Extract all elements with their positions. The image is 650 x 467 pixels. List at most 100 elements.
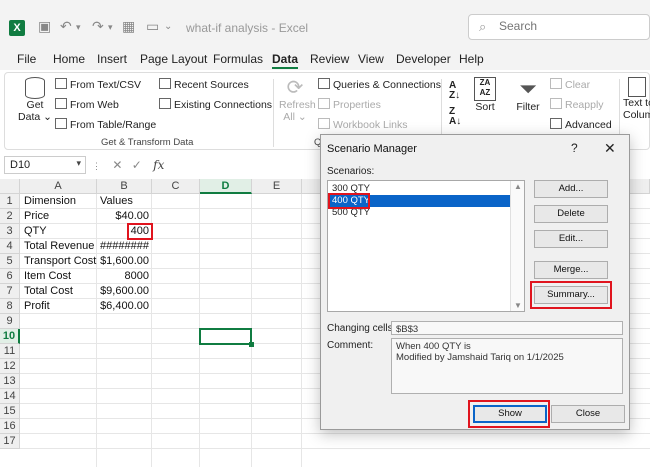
table-icon[interactable]: ▦	[122, 18, 135, 35]
delete-button[interactable]: Delete	[534, 205, 608, 223]
properties-button[interactable]: Properties	[318, 98, 381, 111]
cancel-icon[interactable]: ✕	[112, 158, 122, 172]
text-to-columns-button[interactable]: Text to Colum	[623, 77, 650, 121]
redo-dropdown-icon[interactable]: ▾	[108, 22, 113, 33]
tab-formulas[interactable]: Formulas	[213, 52, 263, 66]
close-button[interactable]: Close	[551, 405, 625, 423]
from-table-range-button[interactable]: From Table/Range	[55, 118, 156, 131]
column-header-b[interactable]: B	[97, 179, 152, 194]
row-header[interactable]: 9	[0, 314, 20, 329]
cell-a2[interactable]: Price	[24, 209, 49, 224]
add-button[interactable]: Add...	[534, 180, 608, 198]
sort-button[interactable]: ZA AZ Sort	[471, 77, 499, 113]
cell-a7[interactable]: Total Cost	[24, 284, 73, 299]
row-header[interactable]: 16	[0, 419, 20, 434]
column-header-c[interactable]: C	[152, 179, 200, 194]
cell-b4[interactable]: ########	[97, 239, 149, 254]
row-header[interactable]: 14	[0, 389, 20, 404]
row-header[interactable]: 15	[0, 404, 20, 419]
tab-insert[interactable]: Insert	[97, 52, 127, 66]
existing-connections-button[interactable]: Existing Connections	[159, 98, 272, 111]
formula-controls: ⋮ ✕ ✓ fx	[92, 158, 164, 172]
row-header[interactable]: 13	[0, 374, 20, 389]
recent-sources-button[interactable]: Recent Sources	[159, 78, 249, 91]
row-header[interactable]: 7	[0, 284, 20, 299]
reapply-button[interactable]: Reapply	[550, 98, 604, 111]
fill-handle[interactable]	[249, 342, 254, 347]
row-header[interactable]: 1	[0, 194, 20, 209]
undo-dropdown-icon[interactable]: ▾	[76, 22, 81, 33]
clear-button[interactable]: Clear	[550, 78, 590, 91]
search-box[interactable]: ⌕	[468, 14, 650, 40]
column-header-d[interactable]: D	[200, 179, 252, 194]
group-label-get-transform: Get & Transform Data	[101, 137, 194, 148]
cell-b5[interactable]: $1,600.00	[97, 254, 149, 269]
document-title: what-if analysis - Excel	[186, 21, 309, 35]
scenarios-list[interactable]: 300 QTY 400 QTY 500 QTY ▲ ▼	[327, 180, 525, 312]
select-all-corner[interactable]	[0, 179, 20, 194]
cell-b1[interactable]: Values	[100, 194, 133, 209]
tab-review[interactable]: Review	[310, 52, 349, 66]
chevron-down-icon[interactable]: ▾	[76, 158, 81, 169]
undo-icon[interactable]: ↶	[60, 18, 72, 35]
filter-button[interactable]: ⏷ Filter	[512, 77, 544, 114]
sort-z-a-icon[interactable]: Z A↓	[449, 107, 461, 127]
advanced-button[interactable]: Advanced	[550, 118, 612, 131]
column-header-e[interactable]: E	[252, 179, 302, 194]
cell-a1[interactable]: Dimension	[24, 194, 76, 209]
tab-developer[interactable]: Developer	[396, 52, 451, 66]
row-header[interactable]: 6	[0, 269, 20, 284]
cell-b2[interactable]: $40.00	[97, 209, 149, 224]
tab-home[interactable]: Home	[53, 52, 85, 66]
gridline	[301, 194, 302, 467]
close-icon[interactable]: ✕	[604, 140, 616, 157]
sort-a-z-icon[interactable]: A Z↓	[449, 81, 460, 101]
file-icon[interactable]: ▭	[146, 18, 159, 35]
get-data-button[interactable]: Get Data ⌄	[17, 77, 53, 132]
help-icon[interactable]: ?	[571, 141, 578, 155]
queries-connections-button[interactable]: Queries & Connections	[318, 78, 441, 91]
name-box[interactable]: D10 ▾	[4, 156, 86, 174]
refresh-all-button[interactable]: ⟳ Refresh All ⌄	[279, 77, 316, 123]
row-header[interactable]: 11	[0, 344, 20, 359]
cell-a5[interactable]: Transport Cost	[24, 254, 96, 269]
row-header[interactable]: 17	[0, 434, 20, 449]
from-web-button[interactable]: From Web	[55, 98, 119, 111]
row-header[interactable]: 12	[0, 359, 20, 374]
row-header[interactable]: 8	[0, 299, 20, 314]
cell-a4[interactable]: Total Revenue	[24, 239, 94, 254]
cell-b7[interactable]: $9,600.00	[97, 284, 149, 299]
tab-data[interactable]: Data	[272, 52, 299, 69]
cell-a8[interactable]: Profit	[24, 299, 50, 314]
cell-a6[interactable]: Item Cost	[24, 269, 71, 284]
row-header[interactable]: 10	[0, 329, 20, 344]
row-header[interactable]: 5	[0, 254, 20, 269]
tab-help[interactable]: Help	[459, 52, 484, 66]
scrollbar[interactable]: ▲ ▼	[510, 181, 524, 311]
scenario-manager-dialog: Scenario Manager ? ✕ Scenarios: 300 QTY …	[320, 134, 630, 430]
edit-button[interactable]: Edit...	[534, 230, 608, 248]
row-header[interactable]: 3	[0, 224, 20, 239]
scroll-down-icon[interactable]: ▼	[514, 301, 522, 310]
highlight-box-b3	[127, 223, 153, 240]
cell-b6[interactable]: 8000	[97, 269, 149, 284]
cell-a3[interactable]: QTY	[24, 224, 47, 239]
redo-icon[interactable]: ↷	[92, 18, 104, 35]
tab-page-layout[interactable]: Page Layout	[140, 52, 207, 66]
save-icon[interactable]: ▣	[38, 18, 51, 35]
search-input[interactable]	[499, 19, 639, 33]
column-header-a[interactable]: A	[20, 179, 97, 194]
scroll-up-icon[interactable]: ▲	[514, 182, 522, 191]
row-header[interactable]: 2	[0, 209, 20, 224]
merge-button[interactable]: Merge...	[534, 261, 608, 279]
row-header[interactable]: 4	[0, 239, 20, 254]
cell-b8[interactable]: $6,400.00	[97, 299, 149, 314]
selected-cell-d10[interactable]	[199, 328, 252, 345]
tab-file[interactable]: File	[17, 52, 36, 66]
workbook-links-button[interactable]: Workbook Links	[318, 118, 408, 131]
customize-toolbar-icon[interactable]: ⌄	[164, 21, 172, 32]
tab-view[interactable]: View	[358, 52, 384, 66]
insert-function-icon[interactable]: fx	[153, 158, 164, 172]
enter-icon[interactable]: ✓	[132, 158, 142, 172]
from-text-csv-button[interactable]: From Text/CSV	[55, 78, 141, 91]
